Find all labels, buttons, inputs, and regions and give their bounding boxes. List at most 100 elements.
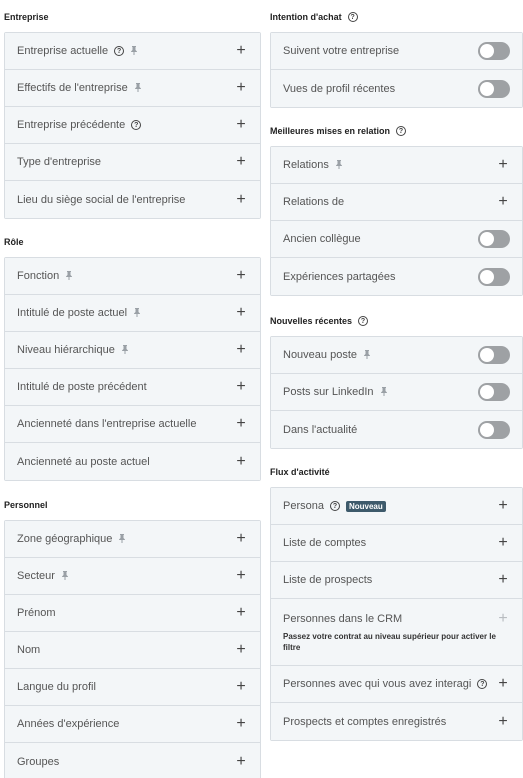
plus-icon[interactable]: + xyxy=(234,342,248,358)
filter-row-zone-geographique[interactable]: Zone géographique + xyxy=(5,521,260,558)
toggle-switch[interactable] xyxy=(478,383,510,401)
section-title-text: Meilleures mises en relation xyxy=(270,126,391,136)
plus-icon[interactable]: + xyxy=(496,713,510,730)
filter-group: Zone géographique + Secteur + Prénom + Nom + Lan… xyxy=(4,520,261,778)
help-icon[interactable]: ? xyxy=(131,120,142,130)
filter-label-group: Posts sur LinkedIn xyxy=(283,386,388,398)
filter-label-group: Niveau hiérarchique xyxy=(17,344,129,356)
filter-label: Entreprise actuelle xyxy=(17,45,109,57)
section-intention-d-achat: Intention d'achat? Suivent votre entrepri… xyxy=(270,8,523,108)
plus-icon[interactable]: + xyxy=(234,679,248,695)
toggle-switch[interactable] xyxy=(478,79,510,98)
filter-label: Lieu du siège social de l'entreprise xyxy=(17,193,186,206)
plus-icon[interactable]: + xyxy=(234,605,248,621)
help-icon[interactable]: ? xyxy=(477,679,488,689)
filter-label-group: Type d'entreprise xyxy=(17,156,101,168)
plus-icon[interactable]: + xyxy=(234,117,248,133)
filter-label-group: Entreprise actuelle? xyxy=(17,45,138,57)
plus-icon[interactable]: + xyxy=(496,498,510,514)
filter-row-entreprise-actuelle[interactable]: Entreprise actuelle? + xyxy=(5,33,260,70)
help-icon[interactable]: ? xyxy=(329,501,340,511)
plus-icon[interactable]: + xyxy=(234,568,248,584)
section-meilleures-mises-en-relation: Meilleures mises en relation? Relations + R… xyxy=(270,122,523,296)
filter-row-experiences-partagees[interactable]: Expériences partagées xyxy=(271,258,522,295)
filter-row-annees-d-experience[interactable]: Années d'expérience + xyxy=(5,706,260,743)
filter-label: Niveau hiérarchique xyxy=(17,344,115,356)
filter-row-relations-de[interactable]: Relations de + xyxy=(271,184,522,221)
filter-label-group: Zone géographique xyxy=(17,533,126,545)
filter-row-anciennete-dans-l-entreprise-actuelle[interactable]: Ancienneté dans l'entreprise actuelle + xyxy=(5,406,260,443)
plus-icon[interactable]: + xyxy=(234,642,248,658)
filter-label: Fonction xyxy=(17,270,60,282)
plus-icon[interactable]: + xyxy=(496,535,510,551)
filter-row-prospects-et-comptes-enregistres[interactable]: Prospects et comptes enregistrés + xyxy=(271,703,522,740)
filter-row-suivent-votre-entreprise[interactable]: Suivent votre entreprise xyxy=(271,33,522,70)
pin-icon xyxy=(61,570,69,582)
plus-icon[interactable]: + xyxy=(234,716,248,732)
plus-icon[interactable]: + xyxy=(234,268,248,284)
filter-row-type-d-entreprise[interactable]: Type d'entreprise + xyxy=(5,144,260,181)
filter-row-nouveau-poste[interactable]: Nouveau poste xyxy=(271,337,522,374)
plus-icon[interactable]: + xyxy=(234,191,248,208)
filter-label: Intitulé de poste précédent xyxy=(17,381,147,393)
filter-row-intitule-de-poste-actuel[interactable]: Intitulé de poste actuel + xyxy=(5,295,260,332)
filter-group: Entreprise actuelle? + Effectifs de l'entr… xyxy=(4,32,261,219)
plus-icon[interactable]: + xyxy=(234,154,248,170)
filter-row-ancien-collegue[interactable]: Ancien collègue xyxy=(271,221,522,258)
toggle-switch[interactable] xyxy=(478,267,510,286)
plus-icon[interactable]: + xyxy=(234,416,248,432)
filter-label: Prénom xyxy=(17,607,56,619)
filter-row-langue-du-profil[interactable]: Langue du profil + xyxy=(5,669,260,706)
filter-row-personnes-avec-qui-vous-avez-interagi[interactable]: Personnes avec qui vous avez interagi? + xyxy=(271,666,522,703)
filter-row-lieu-du-siege-social-de-l-entreprise[interactable]: Lieu du siège social de l'entreprise + xyxy=(5,181,260,218)
plus-icon[interactable]: + xyxy=(234,531,248,547)
toggle-switch[interactable] xyxy=(478,420,510,439)
plus-icon[interactable]: + xyxy=(496,572,510,588)
pin-icon xyxy=(380,386,388,398)
help-icon[interactable]: ? xyxy=(114,46,125,56)
filter-label: Groupes xyxy=(17,755,60,768)
filter-row-effectifs-de-l-entreprise[interactable]: Effectifs de l'entreprise + xyxy=(5,70,260,107)
plus-icon[interactable]: + xyxy=(234,80,248,96)
plus-icon[interactable]: + xyxy=(496,157,510,173)
filter-row-persona[interactable]: Persona? Nouveau + xyxy=(271,488,522,525)
filter-label-group: Suivent votre entreprise xyxy=(283,45,399,57)
filter-row-niveau-hierarchique[interactable]: Niveau hiérarchique + xyxy=(5,332,260,369)
pin-icon xyxy=(130,45,138,57)
help-icon[interactable]: ? xyxy=(396,126,407,136)
plus-icon[interactable]: + xyxy=(234,453,248,470)
help-icon[interactable]: ? xyxy=(358,316,369,326)
plus-icon[interactable]: + xyxy=(234,43,248,59)
filter-row-relations[interactable]: Relations + xyxy=(271,147,522,184)
filter-row-posts-sur-linkedin[interactable]: Posts sur LinkedIn xyxy=(271,374,522,411)
plus-icon[interactable]: + xyxy=(234,305,248,321)
filter-label-group: Fonction xyxy=(17,270,73,282)
filter-row-personnes-dans-le-crm[interactable]: Personnes dans le CRM + Passez votre contr… xyxy=(271,599,522,666)
filter-row-fonction[interactable]: Fonction + xyxy=(5,258,260,295)
help-icon[interactable]: ? xyxy=(347,12,358,22)
plus-icon[interactable]: + xyxy=(234,753,248,770)
pin-icon xyxy=(335,159,343,171)
filter-row-intitule-de-poste-precedent[interactable]: Intitulé de poste précédent + xyxy=(5,369,260,406)
filter-label: Secteur xyxy=(17,570,55,582)
section-flux-d-activite: Flux d'activité Persona? Nouveau + Liste de … xyxy=(270,463,523,741)
plus-icon[interactable]: + xyxy=(496,676,510,692)
filter-label-group: Prospects et comptes enregistrés xyxy=(283,716,446,728)
filter-row-vues-de-profil-recentes[interactable]: Vues de profil récentes xyxy=(271,70,522,107)
plus-icon[interactable]: + xyxy=(496,194,510,210)
filter-row-nom[interactable]: Nom + xyxy=(5,632,260,669)
filter-row-entreprise-precedente[interactable]: Entreprise précédente? + xyxy=(5,107,260,144)
filter-row-groupes[interactable]: Groupes + xyxy=(5,743,260,778)
plus-icon[interactable]: + xyxy=(234,379,248,395)
filter-row-dans-l-actualite[interactable]: Dans l'actualité xyxy=(271,411,522,448)
filter-row-secteur[interactable]: Secteur + xyxy=(5,558,260,595)
pin-icon xyxy=(121,344,129,356)
filter-row-prenom[interactable]: Prénom + xyxy=(5,595,260,632)
filter-row-liste-de-prospects[interactable]: Liste de prospects + xyxy=(271,562,522,599)
toggle-switch[interactable] xyxy=(478,346,510,364)
filter-row-anciennete-au-poste-actuel[interactable]: Ancienneté au poste actuel + xyxy=(5,443,260,480)
filter-group: Fonction + Intitulé de poste actuel + Niveau… xyxy=(4,257,261,481)
toggle-switch[interactable] xyxy=(478,230,510,248)
toggle-switch[interactable] xyxy=(478,42,510,60)
filter-row-liste-de-comptes[interactable]: Liste de comptes + xyxy=(271,525,522,562)
